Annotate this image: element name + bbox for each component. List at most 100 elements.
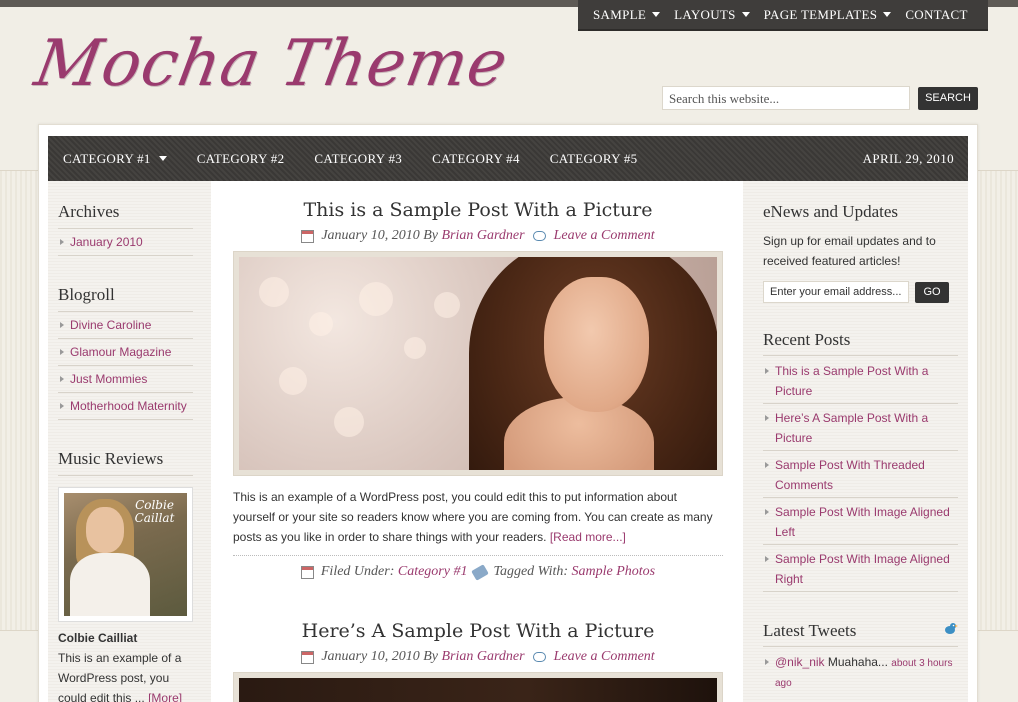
recent-posts-title: Recent Posts <box>763 330 851 349</box>
post-photo <box>239 257 717 470</box>
more-link[interactable]: [More] <box>148 691 182 702</box>
category-item-1[interactable]: CATEGORY #1 <box>63 151 167 167</box>
blogroll-link[interactable]: Glamour Magazine <box>58 345 171 359</box>
divider <box>58 338 193 339</box>
blogroll-link[interactable]: Just Mommies <box>58 372 147 386</box>
tweet-handle[interactable]: @nik_nik <box>775 655 825 669</box>
tagged-label: Tagged With: <box>493 564 569 579</box>
divider <box>763 497 958 498</box>
excerpt-text: posts as you like in order to share thin… <box>233 530 547 544</box>
recent-post-link[interactable]: Sample Post With Image Aligned Right <box>763 549 950 589</box>
divider <box>763 403 958 404</box>
post-footer-meta: Filed Under: Category #1 Tagged With: Sa… <box>233 563 723 581</box>
read-more-link[interactable]: [Read more...] <box>550 530 626 544</box>
comment-link[interactable]: Leave a Comment <box>554 649 655 665</box>
cover-body <box>70 553 150 616</box>
tweet-time[interactable]: ago <box>775 674 958 694</box>
divider <box>58 392 193 393</box>
comment-icon <box>532 231 546 241</box>
divider <box>58 228 193 229</box>
enews-text: Sign up for email updates and to <box>763 234 936 248</box>
divider <box>58 255 193 256</box>
tweet-time[interactable]: about 3 hours <box>891 658 952 669</box>
blogroll-link[interactable]: Motherhood Maternity <box>58 399 187 413</box>
latest-tweets-title: Latest Tweets <box>763 621 857 640</box>
post-title[interactable]: Here’s A Sample Post With a Picture <box>233 620 723 642</box>
category-label: CATEGORY #1 <box>63 150 151 166</box>
tag-link[interactable]: Sample Photos <box>572 564 656 580</box>
divider <box>58 419 193 420</box>
nav-item-layouts[interactable]: LAYOUTS <box>674 7 750 23</box>
category-link[interactable]: Category #1 <box>398 564 468 580</box>
link-line: Picture <box>775 431 813 445</box>
post-image[interactable] <box>233 672 723 702</box>
bokeh <box>404 337 426 359</box>
nav-item-sample[interactable]: SAMPLE <box>593 7 661 23</box>
category-icon <box>300 565 314 579</box>
bokeh <box>309 312 333 336</box>
archive-link[interactable]: January 2010 <box>58 235 143 249</box>
chevron-down-icon <box>652 12 661 17</box>
comment-link[interactable]: Leave a Comment <box>554 228 655 244</box>
post-by: By <box>423 228 438 243</box>
chevron-down-icon <box>741 12 750 17</box>
nav-item-label: PAGE TEMPLATES <box>763 6 878 22</box>
tweet-line: @nik_nik Muahaha... about 3 hours <box>775 652 958 674</box>
link-line: Sample Post With Threaded <box>775 458 925 472</box>
post-by: By <box>423 649 438 664</box>
post-image[interactable] <box>233 251 723 476</box>
recent-post-link[interactable]: This is a Sample Post With a Picture <box>763 361 928 401</box>
album-cover[interactable]: Colbie Caillat <box>58 487 193 622</box>
calendar-icon <box>301 229 315 243</box>
review-text-line: could edit this ... [More] <box>58 688 182 702</box>
category-item-4[interactable]: CATEGORY #4 <box>432 151 520 167</box>
divider <box>58 311 193 312</box>
category-item-5[interactable]: CATEGORY #5 <box>550 151 638 167</box>
link-line: Left <box>775 525 796 539</box>
category-label: CATEGORY #5 <box>549 150 638 166</box>
category-item-2[interactable]: CATEGORY #2 <box>197 151 285 167</box>
search-input[interactable]: Search this website... <box>662 86 910 110</box>
author-link[interactable]: Brian Gardner <box>441 649 524 665</box>
post-divider <box>233 555 723 556</box>
comment-icon <box>532 652 546 662</box>
album-title: Colbie Cailliat <box>58 631 138 645</box>
link-line: Sample Post With Image Aligned <box>775 552 950 566</box>
divider <box>58 365 193 366</box>
post-meta: January 10, 2010 By Brian Gardner Leave … <box>233 649 723 665</box>
search-button[interactable]: SEARCH <box>918 87 978 110</box>
link-line: Right <box>775 572 804 586</box>
recent-post-link[interactable]: Here’s A Sample Post With a Picture <box>763 408 928 448</box>
link-line: This is a Sample Post With a <box>775 364 929 378</box>
recent-post-link[interactable]: Sample Post With Threaded Comments <box>763 455 925 495</box>
twitter-bird-icon <box>945 623 958 634</box>
excerpt-line: yourself or your site so readers know wh… <box>233 510 713 524</box>
author-link[interactable]: Brian Gardner <box>441 228 524 244</box>
recent-post-link[interactable]: Sample Post With Image Aligned Left <box>763 502 950 542</box>
excerpt-line: This is an example of a WordPress post, … <box>233 490 678 504</box>
post-title[interactable]: This is a Sample Post With a Picture <box>233 199 723 221</box>
tweet-text: Muahaha... <box>827 655 888 669</box>
link-line: Here’s A Sample Post With a <box>775 411 929 425</box>
go-button[interactable]: GO <box>915 282 949 303</box>
divider <box>58 475 193 476</box>
email-field[interactable]: Enter your email address... <box>763 281 909 303</box>
album-cover-image: Colbie Caillat <box>64 493 187 616</box>
category-label: CATEGORY #3 <box>314 150 403 166</box>
blogroll-link[interactable]: Divine Caroline <box>58 318 151 332</box>
divider <box>763 591 958 592</box>
review-text-line: This is an example of a <box>58 651 182 665</box>
bokeh <box>259 277 289 307</box>
site-logo[interactable]: Mocha Theme <box>27 14 513 114</box>
divider <box>763 646 958 647</box>
category-item-3[interactable]: CATEGORY #3 <box>314 151 402 167</box>
cover-face <box>86 507 124 553</box>
photo-face <box>544 277 649 412</box>
category-label: CATEGORY #4 <box>432 150 520 166</box>
link-line: Picture <box>775 384 813 398</box>
post-date: January 10, 2010 <box>321 649 420 664</box>
nav-item-page-templates[interactable]: PAGE TEMPLATES <box>764 7 892 23</box>
nav-item-contact[interactable]: CONTACT <box>905 7 967 23</box>
cover-text: Colbie Caillat <box>134 498 175 525</box>
calendar-icon <box>301 650 315 664</box>
